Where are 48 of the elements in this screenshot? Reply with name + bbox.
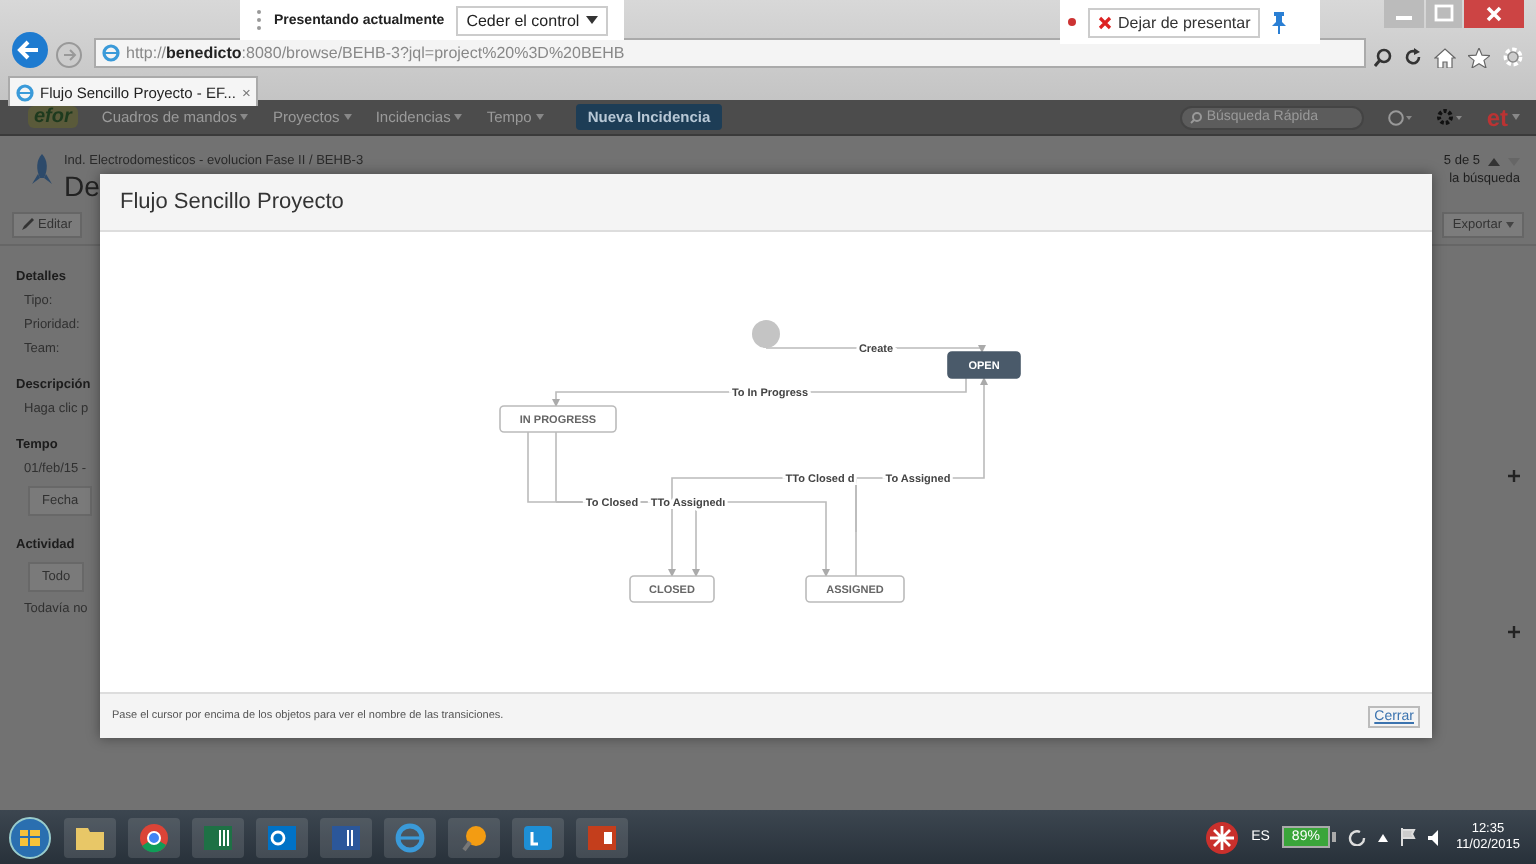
mail-app-icon[interactable] <box>256 817 308 857</box>
settings-icon[interactable] <box>1502 46 1524 68</box>
battery-tip-icon <box>1331 832 1336 842</box>
show-hidden-icons-icon[interactable] <box>1377 833 1388 841</box>
start-node <box>752 320 780 348</box>
caret-icon <box>1506 221 1514 227</box>
caret-icon <box>585 16 598 24</box>
flag-icon[interactable] <box>1399 828 1416 846</box>
spreadsheet-icon[interactable] <box>192 817 244 857</box>
presentation-app-icon[interactable] <box>576 817 628 857</box>
search-icon[interactable] <box>1374 47 1392 67</box>
stop-presenting-button[interactable]: Dejar de presentar <box>1088 7 1261 37</box>
pin-icon[interactable] <box>1272 11 1287 33</box>
home-icon[interactable] <box>1434 47 1456 67</box>
document-app-icon[interactable] <box>320 817 372 857</box>
folder-icon[interactable] <box>64 817 116 857</box>
refresh-icon[interactable] <box>1404 48 1422 66</box>
pencil-icon <box>22 218 34 230</box>
start-orb-icon[interactable] <box>8 815 52 859</box>
caret-icon <box>1512 114 1520 120</box>
browser-logo-icon <box>102 44 120 62</box>
star-icon[interactable] <box>1468 47 1490 67</box>
caret-icon <box>240 114 249 120</box>
tray-app-icon[interactable] <box>1203 819 1240 855</box>
search-icon <box>1190 111 1203 123</box>
plus-icon[interactable] <box>1508 470 1520 482</box>
paint-app-icon[interactable] <box>448 817 500 857</box>
browser-logo-icon <box>16 83 34 101</box>
control-dropdown[interactable]: Ceder el control <box>456 5 608 35</box>
caret-icon <box>343 114 352 120</box>
address-bar[interactable]: http://benedicto:8080/browse/BEHB-3?jql=project%20%3D%20BEHB <box>94 38 1366 68</box>
app-logo[interactable]: efor <box>28 106 78 128</box>
issue-title: De <box>64 170 100 202</box>
close-icon[interactable] <box>1464 0 1524 28</box>
grip-icon <box>256 8 262 32</box>
rocket-icon <box>32 154 52 186</box>
dialog-title: Flujo Sencillo Proyecto <box>120 190 344 214</box>
help-icon[interactable] <box>1388 109 1413 125</box>
speaker-icon[interactable] <box>1427 829 1444 845</box>
settings-icon[interactable] <box>1436 108 1463 126</box>
close-icon <box>1098 15 1112 29</box>
chat-app-icon[interactable] <box>512 817 564 857</box>
recording-dot-icon <box>1068 18 1076 26</box>
caret-icon <box>454 114 463 120</box>
browser-logo-icon[interactable] <box>384 817 436 857</box>
plus-icon[interactable] <box>1508 626 1520 638</box>
caret-icon <box>535 114 544 120</box>
up-arrow-icon[interactable] <box>1488 157 1500 165</box>
